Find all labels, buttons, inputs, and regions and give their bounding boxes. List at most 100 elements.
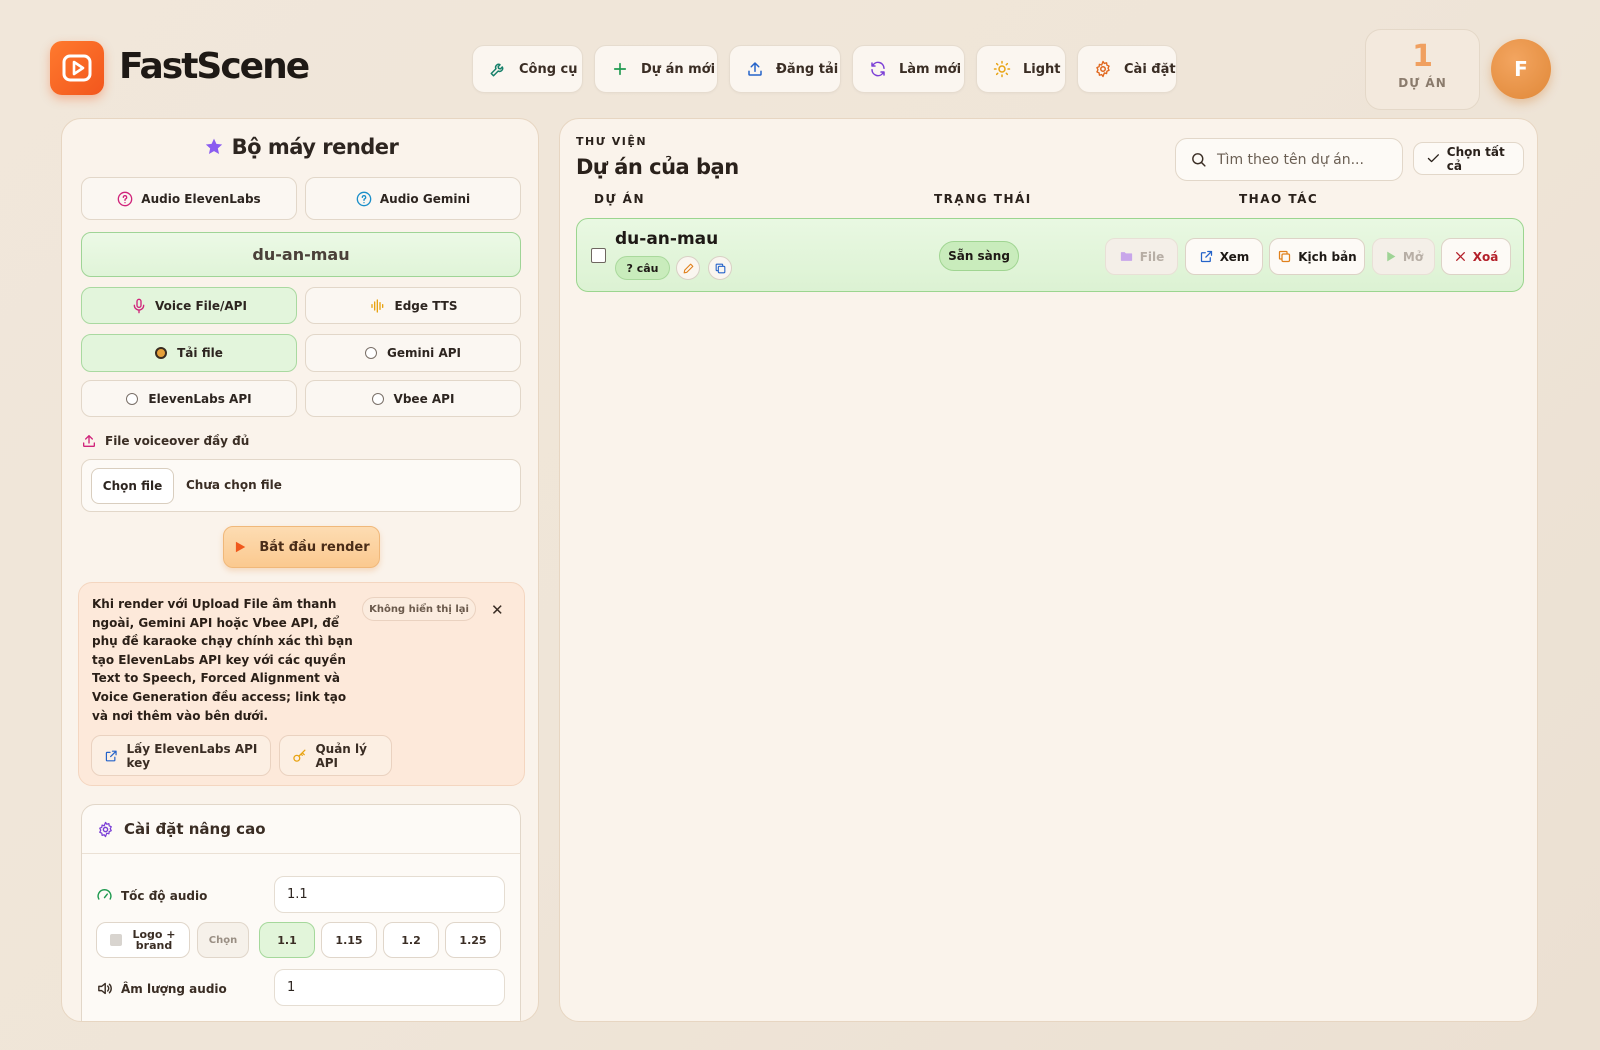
voiceover-label-text: File voiceover đầy đủ — [105, 434, 250, 448]
status-badge: Sẵn sàng — [939, 241, 1019, 271]
duplicate-button[interactable] — [708, 256, 732, 280]
advanced-settings-header[interactable]: Cài đặt nâng cao — [82, 805, 520, 854]
dont-show-again-button[interactable]: Không hiển thị lại — [362, 597, 476, 621]
source-option-gemini[interactable]: Gemini API — [305, 334, 521, 372]
star-icon — [205, 138, 222, 154]
advanced-settings-title: Cài đặt nâng cao — [124, 820, 266, 838]
source-elevenlabs-label: ElevenLabs API — [148, 391, 252, 406]
speed-option-1-15[interactable]: 1.15 — [321, 922, 377, 958]
delete-label: Xoá — [1472, 249, 1499, 264]
elevenlabs-notice: Khi render với Upload File âm thanh ngoà… — [78, 582, 525, 786]
user-avatar[interactable]: F — [1491, 39, 1551, 99]
radio-icon — [371, 392, 384, 405]
library-title: Dự án của bạn — [576, 155, 739, 179]
folder-icon — [1120, 252, 1132, 261]
logo-brand-label: Logo + brand — [132, 928, 176, 952]
audio-gemini-button[interactable]: Audio Gemini — [305, 177, 521, 220]
edge-tts-label: Edge TTS — [394, 298, 458, 313]
settings-label: Cài đặt — [1124, 61, 1176, 77]
help-circle-icon — [356, 191, 372, 206]
voice-file-api-tab[interactable]: Voice File/API — [81, 287, 297, 324]
get-elevenlabs-key-button[interactable]: Lấy ElevenLabs API key — [91, 735, 271, 776]
refresh-icon — [871, 61, 885, 77]
file-label: File — [1139, 249, 1165, 264]
copy-icon — [715, 263, 725, 273]
audio-volume-input[interactable]: 1 — [274, 969, 505, 1006]
source-option-elevenlabs[interactable]: ElevenLabs API — [81, 380, 297, 417]
checkbox-icon — [110, 934, 122, 946]
check-icon — [1427, 154, 1440, 163]
project-count-card: 1 DỰ ÁN — [1365, 29, 1480, 110]
edge-tts-tab[interactable]: Edge TTS — [305, 287, 521, 324]
pencil-icon — [683, 263, 693, 273]
table-row[interactable]: du-an-mau ? câu Sẵn sàng File Xem Kịch b… — [576, 218, 1524, 292]
script-button[interactable]: Kịch bản — [1269, 238, 1365, 275]
refresh-label: Làm mới — [899, 61, 962, 77]
theme-toggle-button[interactable]: Light — [976, 45, 1066, 93]
tools-button[interactable]: Công cụ — [472, 45, 583, 93]
source-upload-label: Tải file — [177, 346, 223, 360]
view-button[interactable]: Xem — [1185, 238, 1263, 275]
audio-elevenlabs-button[interactable]: Audio ElevenLabs — [81, 177, 297, 220]
speed-option-1-25[interactable]: 1.25 — [445, 922, 501, 958]
radio-selected-icon — [155, 347, 168, 359]
upload-button[interactable]: Đăng tải — [729, 45, 841, 93]
render-panel-title-text: Bộ máy render — [231, 135, 399, 159]
close-icon — [1455, 252, 1465, 261]
refresh-button[interactable]: Làm mới — [852, 45, 965, 93]
upload-icon — [748, 62, 762, 76]
audio-speed-input[interactable]: 1.1 — [274, 876, 505, 913]
delete-button[interactable]: Xoá — [1441, 238, 1511, 275]
plus-icon — [613, 62, 627, 76]
file-input[interactable]: Chọn file Chưa chọn file — [81, 459, 521, 512]
speed-option-1-2[interactable]: 1.2 — [383, 922, 439, 958]
upload-label: Đăng tải — [776, 61, 839, 77]
waveform-icon — [370, 298, 383, 313]
gear-icon — [99, 821, 112, 837]
logo-brand-checkbox[interactable]: Logo + brand — [96, 922, 190, 958]
render-panel-title: Bộ máy render — [62, 135, 538, 159]
no-file-text: Chưa chọn file — [186, 478, 282, 492]
microphone-icon — [133, 298, 145, 313]
app-header: FastScene Công cụ Dự án mới Đăng tải Làm… — [0, 0, 1600, 112]
start-render-label: Bắt đầu render — [259, 539, 370, 555]
project-name-field[interactable]: du-an-mau — [81, 232, 521, 277]
new-project-button[interactable]: Dự án mới — [594, 45, 718, 93]
open-button[interactable]: Mở — [1372, 238, 1435, 275]
notice-text: Khi render với Upload File âm thanh ngoà… — [92, 597, 353, 723]
key-icon — [293, 749, 306, 762]
project-count-label: DỰ ÁN — [1398, 76, 1447, 90]
file-button[interactable]: File — [1105, 238, 1178, 275]
radio-icon — [365, 347, 377, 359]
close-icon[interactable]: ✕ — [491, 601, 504, 619]
library-panel: THƯ VIỆN Dự án của bạn Tìm theo tên dự á… — [559, 118, 1538, 1022]
view-label: Xem — [1219, 249, 1250, 264]
choose-logo-button[interactable]: Chọn — [197, 922, 249, 958]
app-logo[interactable] — [50, 41, 104, 95]
script-label: Kịch bản — [1298, 249, 1357, 264]
gauge-icon — [97, 889, 112, 900]
audio-elevenlabs-label: Audio ElevenLabs — [141, 191, 261, 206]
voiceover-section-label: File voiceover đầy đủ — [81, 433, 249, 449]
start-render-button[interactable]: Bắt đầu render — [223, 526, 380, 568]
choose-file-button[interactable]: Chọn file — [91, 468, 174, 504]
new-project-label: Dự án mới — [641, 61, 716, 77]
speed-option-1-1[interactable]: 1.1 — [259, 922, 315, 958]
row-checkbox[interactable] — [591, 248, 606, 263]
upload-icon — [83, 435, 95, 447]
source-option-upload[interactable]: Tải file — [81, 334, 297, 372]
radio-icon — [126, 392, 139, 405]
source-option-vbee[interactable]: Vbee API — [305, 380, 521, 417]
rename-button[interactable] — [676, 256, 700, 280]
audio-speed-label: Tốc độ audio — [96, 887, 207, 904]
sentence-count-badge: ? câu — [615, 256, 670, 280]
open-label: Mở — [1402, 249, 1424, 264]
audio-speed-label-text: Tốc độ audio — [121, 888, 208, 903]
settings-button[interactable]: Cài đặt — [1077, 45, 1177, 93]
source-gemini-label: Gemini API — [387, 346, 461, 360]
app-name: FastScene — [119, 46, 310, 87]
search-input[interactable]: Tìm theo tên dự án... — [1175, 138, 1403, 181]
select-all-button[interactable]: Chọn tất cả — [1413, 142, 1524, 175]
manage-api-button[interactable]: Quản lý API — [279, 735, 392, 776]
play-icon — [1387, 251, 1396, 262]
